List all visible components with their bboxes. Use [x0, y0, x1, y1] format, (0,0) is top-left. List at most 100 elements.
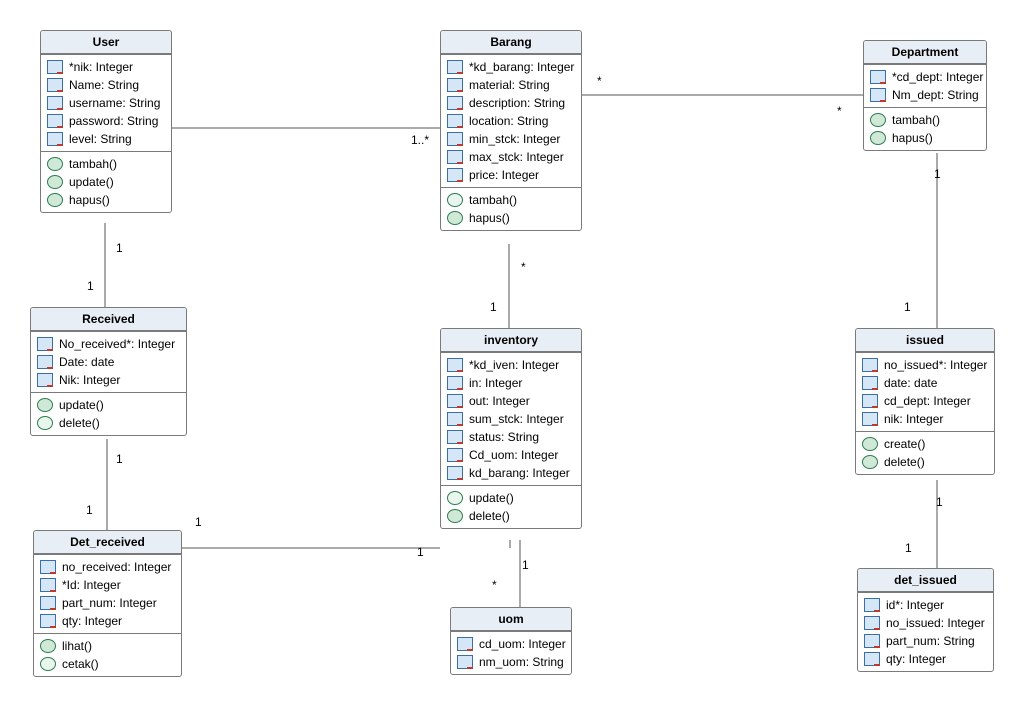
attr-text: out: Integer: [469, 394, 530, 408]
mult-label: *: [492, 578, 497, 592]
attr-icon: [40, 578, 56, 592]
attr-text: price: Integer: [469, 168, 539, 182]
meth-icon: [862, 437, 878, 451]
attr-icon: [447, 466, 463, 480]
meth-text: create(): [884, 437, 925, 451]
attr-section: *kd_barang: Integer material: String des…: [441, 54, 581, 187]
attr-text: cd_dept: Integer: [884, 394, 971, 408]
attr-row: no_issued*: Integer: [856, 356, 994, 374]
mult-label: 1: [904, 300, 911, 314]
mult-label: 1: [86, 503, 93, 517]
attr-icon: [862, 394, 878, 408]
mult-label: *: [597, 74, 602, 88]
attr-icon: [447, 60, 463, 74]
meth-row: tambah(): [864, 111, 986, 129]
attr-icon: [447, 394, 463, 408]
class-issued[interactable]: issued no_issued*: Integer date: date cd…: [855, 328, 995, 475]
attr-section: no_received: Integer *Id: Integer part_n…: [34, 554, 181, 633]
attr-row: location: String: [441, 112, 581, 130]
attr-icon: [870, 88, 886, 102]
attr-row: *nik: Integer: [41, 58, 171, 76]
attr-row: kd_barang: Integer: [441, 464, 581, 482]
attr-section: No_received*: Integer Date: date Nik: In…: [31, 331, 186, 392]
attr-row: status: String: [441, 428, 581, 446]
attr-row: sum_stck: Integer: [441, 410, 581, 428]
attr-row: cd_dept: Integer: [856, 392, 994, 410]
attr-icon: [47, 78, 63, 92]
class-received[interactable]: Received No_received*: Integer Date: dat…: [30, 307, 187, 436]
attr-row: nm_uom: String: [451, 653, 571, 671]
attr-text: username: String: [69, 96, 160, 110]
meth-text: delete(): [59, 416, 100, 430]
meth-text: cetak(): [62, 657, 99, 671]
attr-icon: [447, 358, 463, 372]
attr-text: *kd_iven: Integer: [469, 358, 559, 372]
mult-label: 1: [490, 300, 497, 314]
meth-icon: [447, 193, 463, 207]
attr-icon: [40, 614, 56, 628]
attr-section: *nik: Integer Name: String username: Str…: [41, 54, 171, 151]
meth-row: hapus(): [41, 191, 171, 209]
attr-text: no_issued*: Integer: [884, 358, 987, 372]
attr-icon: [37, 373, 53, 387]
meth-text: delete(): [884, 455, 925, 469]
class-user[interactable]: User *nik: Integer Name: String username…: [40, 30, 172, 213]
attr-icon: [47, 96, 63, 110]
attr-row: Nik: Integer: [31, 371, 186, 389]
attr-text: *Id: Integer: [62, 578, 121, 592]
meth-row: update(): [441, 489, 581, 507]
class-uom[interactable]: uom cd_uom: Integer nm_uom: String: [450, 607, 572, 675]
attr-icon: [862, 412, 878, 426]
mult-label: 1..*: [411, 133, 429, 147]
attr-text: nm_uom: String: [479, 655, 564, 669]
attr-row: no_received: Integer: [34, 558, 181, 576]
meth-icon: [862, 455, 878, 469]
meth-text: update(): [69, 175, 114, 189]
meth-icon: [47, 175, 63, 189]
attr-text: no_issued: Integer: [886, 616, 985, 630]
meth-icon: [37, 416, 53, 430]
attr-row: out: Integer: [441, 392, 581, 410]
attr-icon: [40, 596, 56, 610]
mult-label: *: [837, 104, 842, 118]
meth-text: hapus(): [69, 193, 110, 207]
attr-text: nik: Integer: [884, 412, 943, 426]
class-department[interactable]: Department *cd_dept: Integer Nm_dept: St…: [863, 40, 987, 151]
class-det-issued[interactable]: det_issued id*: Integer no_issued: Integ…: [857, 568, 994, 672]
attr-row: max_stck: Integer: [441, 148, 581, 166]
meth-row: lihat(): [34, 637, 181, 655]
attr-text: min_stck: Integer: [469, 132, 560, 146]
attr-icon: [447, 412, 463, 426]
attr-text: date: date: [884, 376, 937, 390]
attr-section: no_issued*: Integer date: date cd_dept: …: [856, 352, 994, 431]
attr-row: No_received*: Integer: [31, 335, 186, 353]
attr-icon: [37, 355, 53, 369]
attr-text: max_stck: Integer: [469, 150, 564, 164]
attr-icon: [47, 60, 63, 74]
attr-text: No_received*: Integer: [59, 337, 175, 351]
class-barang[interactable]: Barang *kd_barang: Integer material: Str…: [440, 30, 582, 231]
meth-row: hapus(): [441, 209, 581, 227]
class-title: inventory: [441, 329, 581, 352]
attr-icon: [864, 598, 880, 612]
mult-label: 1: [905, 541, 912, 555]
meth-text: lihat(): [62, 639, 92, 653]
attr-section: *kd_iven: Integer in: Integer out: Integ…: [441, 352, 581, 485]
attr-row: id*: Integer: [858, 596, 993, 614]
attr-text: part_num: String: [886, 634, 975, 648]
attr-text: id*: Integer: [886, 598, 944, 612]
attr-icon: [864, 652, 880, 666]
meth-section: lihat() cetak(): [34, 633, 181, 676]
attr-icon: [447, 150, 463, 164]
attr-text: Nm_dept: String: [892, 88, 979, 102]
meth-icon: [447, 491, 463, 505]
attr-icon: [862, 358, 878, 372]
attr-icon: [37, 337, 53, 351]
attr-row: no_issued: Integer: [858, 614, 993, 632]
class-title: Barang: [441, 31, 581, 54]
meth-icon: [870, 113, 886, 127]
meth-icon: [40, 657, 56, 671]
class-det-received[interactable]: Det_received no_received: Integer *Id: I…: [33, 530, 182, 677]
meth-section: update() delete(): [441, 485, 581, 528]
class-inventory[interactable]: inventory *kd_iven: Integer in: Integer …: [440, 328, 582, 529]
